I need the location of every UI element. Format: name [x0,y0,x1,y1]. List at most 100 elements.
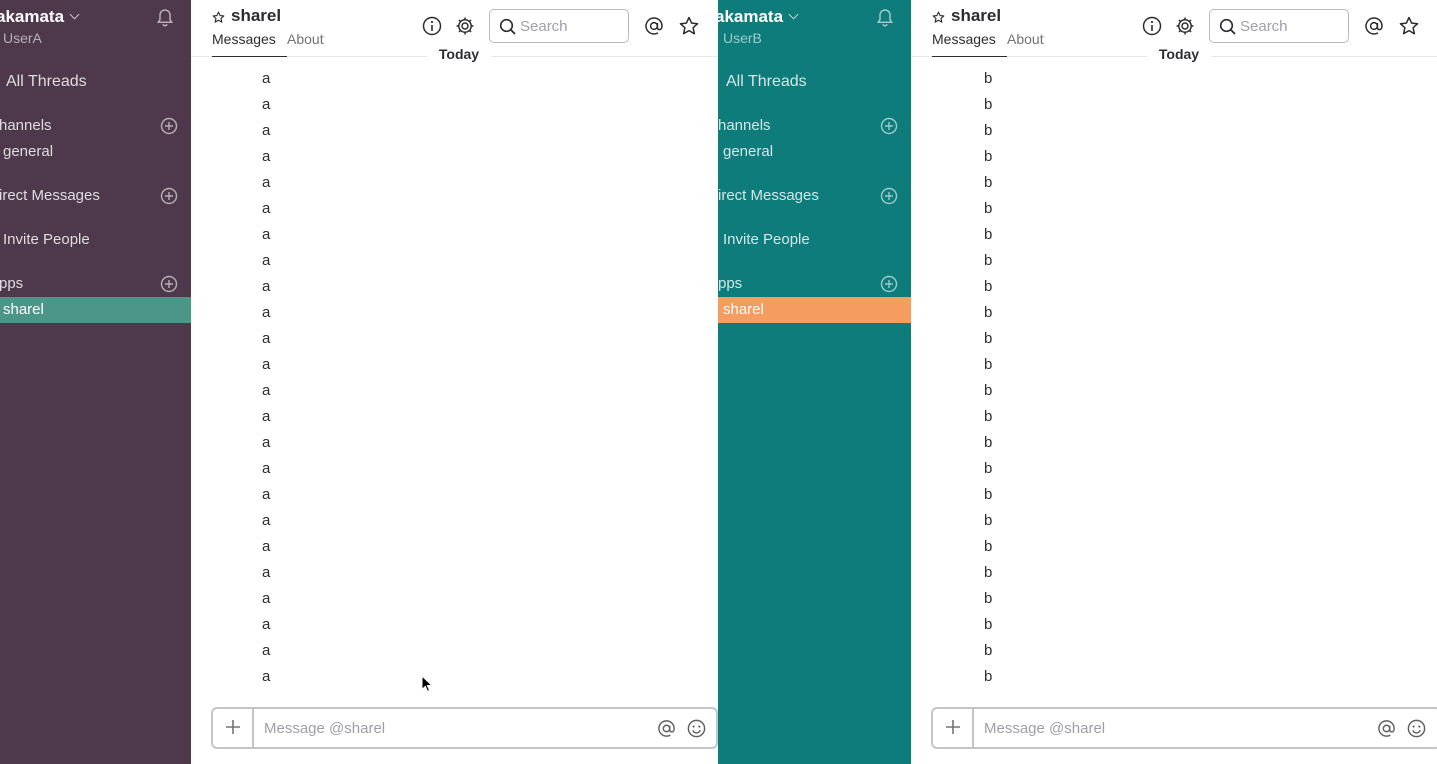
sidebar-section-apps[interactable]: pps [0,275,23,292]
message-text: b [984,408,993,425]
message-text: a [262,57,270,62]
message-text: a [262,278,271,295]
team-name[interactable]: akamata [718,7,799,27]
message-text: a [262,252,271,269]
add-app-icon[interactable] [880,275,898,293]
plus-icon [946,720,960,734]
channel-title: sharel [231,6,282,25]
smiley-icon[interactable] [686,718,707,739]
message-text: b [984,668,993,685]
sidebar-item-label: sharel [3,301,44,318]
message-text: b [984,304,993,321]
sidebar-item-sharel[interactable]: sharel [718,297,911,323]
sidebar-section-direct-messages[interactable]: irect Messages [718,187,819,204]
team-name[interactable]: akamata [0,7,80,27]
message-text: b [984,174,993,191]
message-text: a [262,330,271,347]
add-app-icon[interactable] [160,275,178,293]
sidebar-item-general[interactable]: general [3,143,53,160]
add-channel-icon[interactable] [880,117,898,135]
search-icon [1219,18,1236,35]
search-input[interactable]: Search [489,9,629,43]
message-text: a [262,304,271,321]
message-text: b [984,226,993,243]
bell-icon[interactable] [156,8,174,28]
user-name: UserB [723,30,762,46]
add-channel-icon[interactable] [160,117,178,135]
message-input[interactable]: Message @sharel [264,720,385,737]
starred-items-icon[interactable] [678,15,700,37]
sidebar-item-invite-people[interactable]: Invite People [723,231,810,248]
message-text: b [984,356,993,373]
message-text: a [262,356,271,373]
add-dm-icon[interactable] [880,187,898,205]
chevron-down-icon [788,9,799,20]
add-dm-icon[interactable] [160,187,178,205]
workspace-pane-user-b: akamata UserB All Threads hannels genera… [718,0,1437,764]
tab-about[interactable]: About [1007,31,1044,47]
message-text: b [984,330,993,347]
smiley-icon[interactable] [1406,718,1427,739]
tab-messages[interactable]: Messages [212,31,276,47]
sidebar-item-sharel[interactable]: sharel [0,297,191,323]
message-text: b [984,512,993,529]
message-composer: Message @sharel [931,707,1437,749]
info-icon[interactable] [421,15,443,37]
message-text: a [262,564,271,581]
message-text: b [984,252,993,269]
message-text: a [262,70,271,87]
sidebar-section-channels[interactable]: hannels [718,117,771,134]
at-sign-icon[interactable] [643,15,665,37]
message-text: b [984,486,993,503]
sidebar-item-invite-people[interactable]: Invite People [3,231,90,248]
message-text: a [262,434,271,451]
gear-icon[interactable] [454,15,476,37]
message-text: a [262,538,271,555]
sidebar-item-general[interactable]: general [723,143,773,160]
message-text: b [984,564,993,581]
sidebar-item-all-threads[interactable]: All Threads [6,73,87,91]
message-text: a [262,590,271,607]
tab-messages[interactable]: Messages [932,31,996,47]
sidebar-item-all-threads[interactable]: All Threads [726,73,807,91]
message-text: a [262,96,271,113]
channel-main: sharel Messages About Search Today aaaaa… [191,0,718,764]
message-text: a [262,512,271,529]
at-sign-icon[interactable] [1376,718,1397,739]
chevron-down-icon [69,9,80,20]
message-text: b [984,434,993,451]
composer-add-button[interactable] [933,709,974,747]
star-outline-icon[interactable] [212,11,225,24]
message-text: a [262,668,271,685]
message-text: b [984,538,993,555]
message-text: b [984,148,993,165]
sidebar-section-direct-messages[interactable]: irect Messages [0,187,100,204]
composer-add-button[interactable] [213,709,254,747]
star-outline-icon[interactable] [932,11,945,24]
message-text: b [984,616,993,633]
info-icon[interactable] [1141,15,1163,37]
message-text: b [984,590,993,607]
gear-icon[interactable] [1174,15,1196,37]
message-input[interactable]: Message @sharel [984,720,1105,737]
message-text: a [262,148,271,165]
tab-about[interactable]: About [287,31,324,47]
search-input[interactable]: Search [1209,9,1349,43]
message-text: b [984,200,993,217]
mouse-cursor-icon [421,675,433,692]
search-icon [499,18,516,35]
bell-icon[interactable] [876,8,894,28]
sidebar: akamata UserA All Threads hannels genera… [0,0,191,764]
dual-slack-window: akamata UserA All Threads hannels genera… [0,0,1437,764]
sidebar-section-apps[interactable]: pps [718,275,742,292]
message-list: bbbbbbbbbbbbbbbbbbbbbbbbb [911,57,1437,697]
channel-title: sharel [951,6,1002,25]
workspace-pane-user-a: akamata UserA All Threads hannels genera… [0,0,718,764]
message-text: a [262,616,271,633]
sidebar-section-channels[interactable]: hannels [0,117,52,134]
at-sign-icon[interactable] [1363,15,1385,37]
message-text: a [262,226,271,243]
message-text: a [262,460,271,477]
starred-items-icon[interactable] [1398,15,1420,37]
at-sign-icon[interactable] [656,718,677,739]
